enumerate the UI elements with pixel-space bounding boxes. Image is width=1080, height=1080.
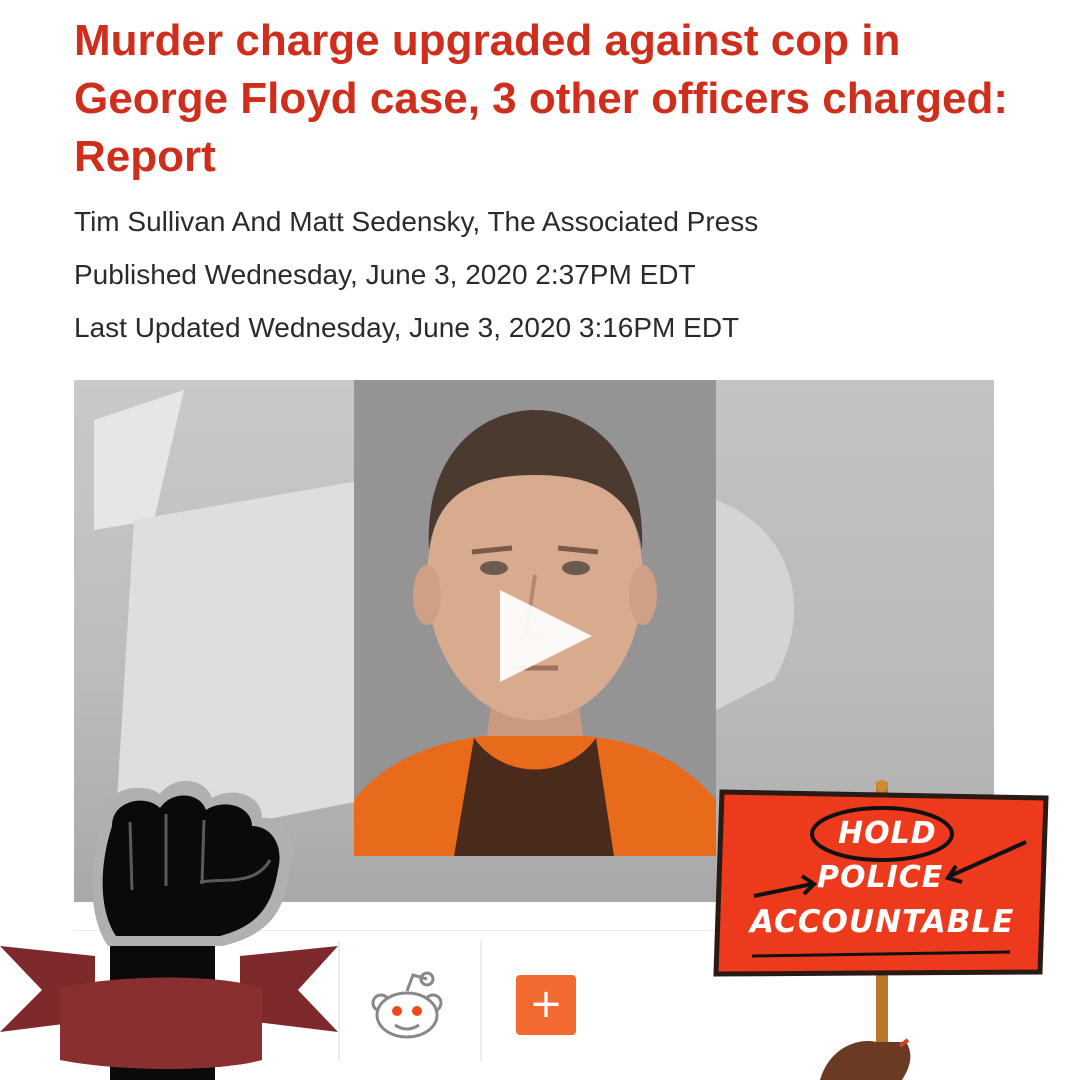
more-share-button[interactable]: + bbox=[516, 975, 576, 1035]
last-updated-date: Last Updated Wednesday, June 3, 2020 3:1… bbox=[74, 312, 740, 343]
reddit-icon[interactable] bbox=[369, 969, 445, 1041]
sign-text-police: POLICE bbox=[817, 860, 944, 895]
share-divider bbox=[480, 941, 482, 1061]
sign-text-hold: HOLD bbox=[838, 816, 937, 851]
published-date: Published Wednesday, June 3, 2020 2:37PM… bbox=[74, 259, 696, 290]
raised-fist-icon bbox=[0, 780, 338, 1080]
article-byline: Tim Sullivan And Matt Sedensky, The Asso… bbox=[74, 206, 759, 237]
article-headline: Murder charge upgraded against cop in Ge… bbox=[74, 16, 1009, 181]
play-icon[interactable] bbox=[500, 590, 592, 682]
sign-text-accountable: ACCOUNTABLE bbox=[750, 904, 1015, 940]
